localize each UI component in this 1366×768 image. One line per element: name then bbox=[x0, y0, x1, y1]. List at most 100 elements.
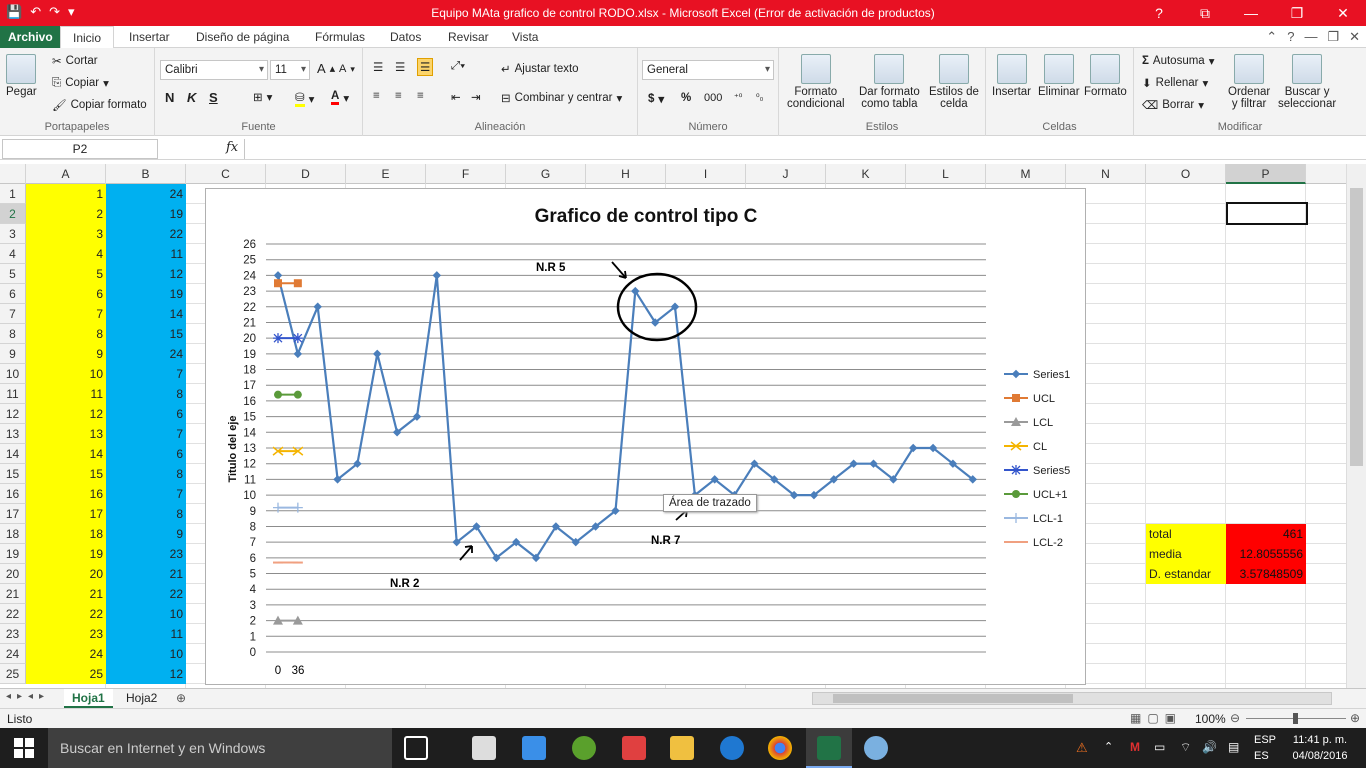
restore-ribbon-icon[interactable]: ⧉ bbox=[1182, 0, 1228, 26]
select-all-corner[interactable] bbox=[0, 164, 26, 184]
language-indicator[interactable]: ESP ES bbox=[1254, 732, 1276, 764]
row-header-8[interactable]: 8 bbox=[0, 324, 26, 344]
cell-a16[interactable]: 16 bbox=[26, 484, 106, 504]
restore-workbook-icon[interactable]: ❐ bbox=[1327, 29, 1339, 45]
bold-button[interactable]: N bbox=[165, 90, 174, 105]
cell-p18[interactable]: 461 bbox=[1226, 524, 1306, 544]
align-center-icon[interactable]: ≡ bbox=[395, 90, 402, 102]
copy-button[interactable]: ⎘ Copiar ▾ bbox=[52, 76, 109, 91]
windows-start-icon[interactable] bbox=[14, 738, 34, 758]
zoom-level[interactable]: 100% bbox=[1195, 712, 1226, 726]
cell-b6[interactable]: 19 bbox=[106, 284, 186, 304]
volume-icon[interactable]: 🔊 bbox=[1202, 740, 1217, 754]
cell-b18[interactable]: 9 bbox=[106, 524, 186, 544]
cell-a13[interactable]: 13 bbox=[26, 424, 106, 444]
row-header-24[interactable]: 24 bbox=[0, 644, 26, 664]
decrease-decimal-icon[interactable]: ⁰₀ bbox=[756, 92, 763, 103]
percent-button[interactable]: % bbox=[681, 92, 691, 104]
control-chart[interactable]: 0 1 2 3 4 5 6 7 8 9 10 11 12 13 14 15 16 17 18 19 20 21 22 23 24… bbox=[205, 188, 1086, 685]
zoom-out-icon[interactable]: ⊖ bbox=[1230, 711, 1240, 725]
mcafee-icon[interactable]: M bbox=[1130, 740, 1140, 754]
cell-b16[interactable]: 7 bbox=[106, 484, 186, 504]
edge-icon[interactable] bbox=[720, 736, 744, 760]
row-header-20[interactable]: 20 bbox=[0, 564, 26, 584]
cell-b11[interactable]: 8 bbox=[106, 384, 186, 404]
minimize-workbook-icon[interactable]: — bbox=[1304, 29, 1317, 45]
cut-button[interactable]: ✂ Cortar bbox=[52, 54, 98, 68]
column-header-m[interactable]: M bbox=[986, 164, 1066, 184]
tab-view[interactable]: Vista bbox=[512, 26, 538, 48]
formula-input[interactable] bbox=[244, 139, 1350, 159]
cell-a1[interactable]: 1 bbox=[26, 184, 106, 204]
cell-b23[interactable]: 11 bbox=[106, 624, 186, 644]
taskbar-excel-active[interactable] bbox=[806, 728, 852, 768]
selected-cell-p2[interactable] bbox=[1226, 202, 1308, 225]
cell-b17[interactable]: 8 bbox=[106, 504, 186, 524]
tab-insert[interactable]: Insertar bbox=[129, 26, 170, 48]
column-header-a[interactable]: A bbox=[26, 164, 106, 184]
cell-b4[interactable]: 11 bbox=[106, 244, 186, 264]
row-header-16[interactable]: 16 bbox=[0, 484, 26, 504]
format-painter-button[interactable]: 🖌 Copiar formato bbox=[52, 98, 147, 112]
zoom-in-icon[interactable]: ⊕ bbox=[1350, 711, 1360, 725]
cell-o20[interactable]: D. estandar bbox=[1146, 564, 1226, 584]
column-header-g[interactable]: G bbox=[506, 164, 586, 184]
new-sheet-icon[interactable]: ⊕ bbox=[176, 691, 186, 705]
column-header-l[interactable]: L bbox=[906, 164, 986, 184]
orientation-icon[interactable]: ⤢▾ bbox=[451, 60, 465, 73]
row-header-12[interactable]: 12 bbox=[0, 404, 26, 424]
view-buttons[interactable]: ▦▢▣ bbox=[1130, 711, 1182, 725]
cell-a2[interactable]: 2 bbox=[26, 204, 106, 224]
cell-b2[interactable]: 19 bbox=[106, 204, 186, 224]
decrease-indent-icon[interactable]: ⇤ bbox=[451, 90, 461, 104]
row-header-2[interactable]: 2 bbox=[0, 204, 26, 224]
cell-o19[interactable]: media bbox=[1146, 544, 1226, 564]
tab-data[interactable]: Datos bbox=[390, 26, 421, 48]
cell-a23[interactable]: 23 bbox=[26, 624, 106, 644]
sheet-nav-arrows[interactable]: ◂▸◂▸ bbox=[6, 691, 50, 702]
row-header-11[interactable]: 11 bbox=[0, 384, 26, 404]
cell-a12[interactable]: 12 bbox=[26, 404, 106, 424]
fill-color-button[interactable]: ⛁ ▾ bbox=[295, 90, 314, 107]
cell-a5[interactable]: 5 bbox=[26, 264, 106, 284]
cell-p19[interactable]: 12.8055556 bbox=[1226, 544, 1306, 564]
cell-b15[interactable]: 8 bbox=[106, 464, 186, 484]
wps-icon[interactable] bbox=[622, 736, 646, 760]
store-icon[interactable] bbox=[472, 736, 496, 760]
column-header-h[interactable]: H bbox=[586, 164, 666, 184]
cell-b12[interactable]: 6 bbox=[106, 404, 186, 424]
close-workbook-icon[interactable]: ✕ bbox=[1349, 29, 1360, 45]
font-size-select[interactable]: 11 bbox=[270, 60, 310, 80]
column-header-e[interactable]: E bbox=[346, 164, 426, 184]
chrome-icon[interactable] bbox=[768, 736, 792, 760]
column-header-c[interactable]: C bbox=[186, 164, 266, 184]
cell-b1[interactable]: 24 bbox=[106, 184, 186, 204]
align-bottom-icon[interactable]: ☰ bbox=[417, 58, 434, 76]
column-header-j[interactable]: J bbox=[746, 164, 826, 184]
taskbar-search[interactable]: Buscar en Internet y en Windows bbox=[48, 728, 392, 768]
row-header-13[interactable]: 13 bbox=[0, 424, 26, 444]
tab-formulas[interactable]: Fórmulas bbox=[315, 26, 365, 48]
cell-b25[interactable]: 12 bbox=[106, 664, 186, 684]
insert-cells-button[interactable]: Insertar bbox=[992, 54, 1031, 98]
cell-b3[interactable]: 22 bbox=[106, 224, 186, 244]
column-header-i[interactable]: I bbox=[666, 164, 746, 184]
underline-button[interactable]: S bbox=[209, 90, 218, 105]
increase-indent-icon[interactable]: ⇥ bbox=[471, 90, 481, 104]
sheet-tab-hoja1[interactable]: Hoja1 bbox=[64, 689, 113, 708]
wifi-icon[interactable]: ⌔ bbox=[1180, 740, 1191, 755]
scroll-thumb[interactable] bbox=[1350, 188, 1363, 466]
cell-b19[interactable]: 23 bbox=[106, 544, 186, 564]
tray-chevron-icon[interactable]: ⌃ bbox=[1104, 740, 1113, 753]
cell-b13[interactable]: 7 bbox=[106, 424, 186, 444]
cell-a11[interactable]: 11 bbox=[26, 384, 106, 404]
row-header-25[interactable]: 25 bbox=[0, 664, 26, 684]
font-name-select[interactable]: Calibri bbox=[160, 60, 268, 80]
message-icon[interactable]: ▤ bbox=[1228, 740, 1239, 754]
cell-a6[interactable]: 6 bbox=[26, 284, 106, 304]
align-left-icon[interactable]: ≡ bbox=[373, 90, 380, 102]
cell-a7[interactable]: 7 bbox=[26, 304, 106, 324]
cell-b5[interactable]: 12 bbox=[106, 264, 186, 284]
tab-page-layout[interactable]: Diseño de página bbox=[196, 26, 289, 48]
column-header-b[interactable]: B bbox=[106, 164, 186, 184]
